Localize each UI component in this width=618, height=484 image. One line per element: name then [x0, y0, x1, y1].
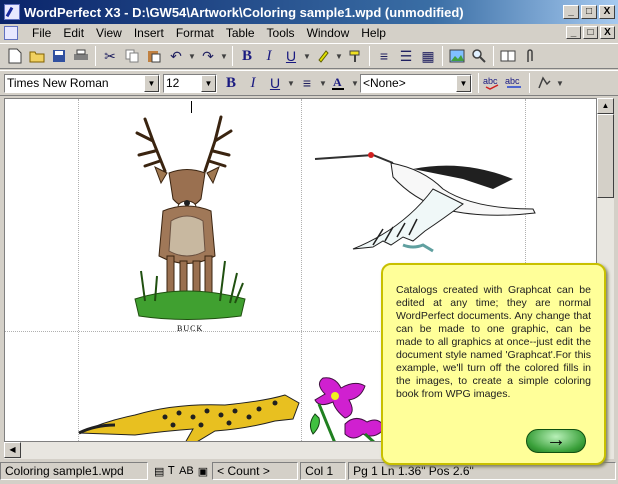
underline-dropdown-icon[interactable]: ▼: [286, 72, 296, 94]
menu-window[interactable]: Window: [301, 26, 356, 40]
italic-button-prop[interactable]: I: [242, 72, 264, 94]
doc-restore-button[interactable]: □: [583, 26, 598, 39]
redo-dropdown-icon[interactable]: ▼: [219, 45, 229, 67]
font-color-dropdown-icon[interactable]: ▼: [350, 72, 360, 94]
menu-table[interactable]: Table: [220, 26, 261, 40]
bullets-icon[interactable]: ☰: [395, 45, 417, 67]
menu-insert[interactable]: Insert: [128, 26, 170, 40]
font-size-value: 12: [166, 76, 180, 90]
svg-text:A: A: [333, 75, 342, 89]
menu-edit[interactable]: Edit: [57, 26, 90, 40]
menu-tools[interactable]: Tools: [261, 26, 301, 40]
insert-mode-icon[interactable]: Ꭲ: [168, 465, 175, 478]
toolbar-separator: [529, 73, 530, 93]
paste-icon[interactable]: [143, 45, 165, 67]
balloon-text: Catalogs created with Graphcat can be ed…: [396, 284, 591, 400]
macro-icon[interactable]: [533, 72, 555, 94]
bold-button[interactable]: B: [236, 45, 258, 67]
svg-text:abc: abc: [505, 76, 520, 86]
printer-status-icon[interactable]: ▣: [198, 465, 208, 478]
toolbar-separator: [232, 46, 233, 66]
save-icon[interactable]: [48, 45, 70, 67]
style-value: <None>: [363, 76, 406, 90]
print-icon[interactable]: [70, 45, 92, 67]
style-select[interactable]: <None> ▼: [360, 73, 472, 93]
main-toolbar: ✂ ↶ ▼ ↷ ▼ B I U ▼ ▼ ≡ ☰ ▦: [0, 43, 618, 69]
cut-icon[interactable]: ✂: [99, 45, 121, 67]
next-arrow-button[interactable]: →: [526, 429, 586, 453]
vertical-scroll-thumb[interactable]: [597, 114, 614, 198]
macro-dropdown-icon[interactable]: ▼: [555, 72, 565, 94]
chevron-down-icon[interactable]: ▼: [144, 74, 159, 92]
tutorial-balloon: Catalogs created with Graphcat can be ed…: [381, 263, 606, 465]
status-count[interactable]: < Count >: [212, 462, 299, 480]
copy-icon[interactable]: [121, 45, 143, 67]
italic-button[interactable]: I: [258, 45, 280, 67]
toolbar-separator: [478, 73, 479, 93]
redo-icon[interactable]: ↷: [197, 45, 219, 67]
toolbar-separator: [493, 46, 494, 66]
highlight-dropdown-icon[interactable]: ▼: [334, 45, 344, 67]
font-size-select[interactable]: 12 ▼: [163, 73, 217, 93]
toolbar-separator: [369, 46, 370, 66]
font-name-value: Times New Roman: [7, 76, 109, 90]
chevron-down-icon[interactable]: ▼: [456, 74, 471, 92]
menu-help[interactable]: Help: [355, 26, 392, 40]
format-painter-icon[interactable]: [344, 45, 366, 67]
underline-button-prop[interactable]: U: [264, 72, 286, 94]
doc-type-icon[interactable]: ▤: [154, 465, 164, 478]
margin-guide: [78, 99, 79, 441]
toolbar-separator: [442, 46, 443, 66]
menu-format[interactable]: Format: [170, 26, 220, 40]
crane-image[interactable]: [313, 149, 543, 261]
maximize-button[interactable]: □: [581, 5, 597, 19]
buck-image[interactable]: [115, 111, 255, 326]
title-bar: WordPerfect X3 - D:\GW54\Artwork\Colorin…: [0, 0, 618, 24]
ab-icon[interactable]: AB: [179, 465, 194, 478]
buck-caption: BUCK: [177, 324, 204, 333]
close-button[interactable]: X: [599, 5, 615, 19]
menu-file[interactable]: File: [26, 26, 57, 40]
numbering-icon[interactable]: ≡: [373, 45, 395, 67]
minimize-button[interactable]: _: [563, 5, 579, 19]
underline-button[interactable]: U: [280, 45, 302, 67]
chevron-down-icon[interactable]: ▼: [201, 74, 216, 92]
status-filename[interactable]: Coloring sample1.wpd: [0, 462, 148, 480]
scroll-up-icon[interactable]: ▲: [597, 98, 614, 114]
open-folder-icon[interactable]: [26, 45, 48, 67]
font-color-icon[interactable]: A: [328, 72, 350, 94]
document-icon[interactable]: [4, 26, 18, 40]
undo-dropdown-icon[interactable]: ▼: [187, 45, 197, 67]
doc-close-button[interactable]: X: [600, 26, 615, 39]
underline-dropdown-icon[interactable]: ▼: [302, 45, 312, 67]
svg-text:abc: abc: [483, 76, 498, 86]
clip-icon[interactable]: [519, 45, 541, 67]
scroll-left-icon[interactable]: ◀: [4, 442, 21, 458]
justification-icon[interactable]: ≡: [296, 72, 318, 94]
window-title: WordPerfect X3 - D:\GW54\Artwork\Colorin…: [24, 4, 464, 20]
justification-dropdown-icon[interactable]: ▼: [318, 72, 328, 94]
status-column: Col 1: [300, 462, 347, 480]
menu-view[interactable]: View: [90, 26, 128, 40]
doc-minimize-button[interactable]: _: [566, 26, 581, 39]
highlight-icon[interactable]: [312, 45, 334, 67]
grammar-check-icon[interactable]: abc: [504, 72, 526, 94]
zoom-icon[interactable]: [468, 45, 490, 67]
font-name-select[interactable]: Times New Roman ▼: [4, 73, 160, 93]
bold-button-prop[interactable]: B: [220, 72, 242, 94]
new-document-icon[interactable]: [4, 45, 26, 67]
property-bar: Times New Roman ▼ 12 ▼ B I U ▼ ≡ ▼ A ▼ <…: [0, 70, 618, 96]
menu-bar: File Edit View Insert Format Table Tools…: [0, 24, 618, 42]
table-icon[interactable]: ▦: [417, 45, 439, 67]
cheetah-image[interactable]: [75, 391, 305, 442]
toolbar-separator: [95, 46, 96, 66]
insert-image-icon[interactable]: [446, 45, 468, 67]
undo-icon[interactable]: ↶: [165, 45, 187, 67]
column-guide: [301, 99, 302, 441]
spellcheck-icon[interactable]: abc: [482, 72, 504, 94]
book-icon[interactable]: [497, 45, 519, 67]
wordperfect-app-icon[interactable]: [4, 4, 20, 20]
